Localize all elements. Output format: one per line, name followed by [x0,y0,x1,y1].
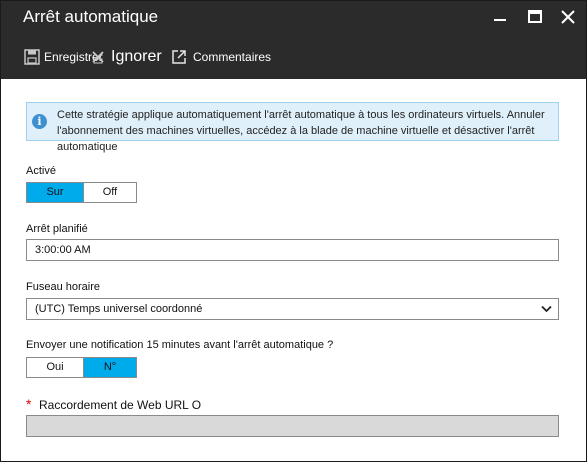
info-icon: i [32,114,47,129]
title-bar: Arrêt automatique [1,1,586,35]
feedback-label: Commentaires [193,50,272,64]
floppy-disk-icon [24,49,40,65]
enabled-label: Activé [26,165,56,177]
timezone-label: Fuseau horaire [26,281,100,293]
webhook-url-input[interactable] [26,415,559,437]
scheduled-shutdown-input[interactable]: 3:00:00 AM [26,239,559,261]
minimize-icon [494,19,506,21]
required-indicator: * [26,396,32,412]
timezone-select[interactable]: (UTC) Temps universel coordonné [26,298,559,320]
blade-title: Arrêt automatique [23,7,159,26]
timezone-selected-value: (UTC) Temps universel coordonné [35,303,203,315]
notification-toggle: Oui N° [26,357,137,378]
notification-no-option[interactable]: N° [83,358,136,377]
close-icon [561,10,575,24]
info-text: Cette stratégie applique automatiquement… [57,109,545,153]
enabled-off-option[interactable]: Off [83,183,136,202]
close-button[interactable] [557,6,579,28]
minimize-button[interactable] [489,6,511,28]
enabled-on-option[interactable]: Sur [27,183,83,202]
notification-yes-option[interactable]: Oui [27,358,83,377]
maximize-icon [528,10,542,23]
discard-label: Ignorer [111,48,162,65]
webhook-url-label: Raccordement de Web URL O [39,398,202,412]
policy-info-banner: i Cette stratégie applique automatiqueme… [26,102,559,153]
external-link-icon [172,50,186,64]
maximize-button[interactable] [524,6,546,28]
chevron-down-icon [541,305,552,313]
enabled-toggle: Sur Off [26,182,137,203]
command-bar: Enregistrer Ignorer Commentaires [1,35,586,79]
auto-shutdown-blade: Arrêt automatique Enregistrer Ignorer Co… [0,0,587,462]
scheduled-shutdown-label: Arrêt planifié [26,223,88,235]
discard-x-icon [92,51,104,64]
notification-label: Envoyer une notification 15 minutes avan… [26,339,334,351]
feedback-button[interactable]: Commentaires [171,35,271,79]
discard-button[interactable]: Ignorer [90,35,162,79]
